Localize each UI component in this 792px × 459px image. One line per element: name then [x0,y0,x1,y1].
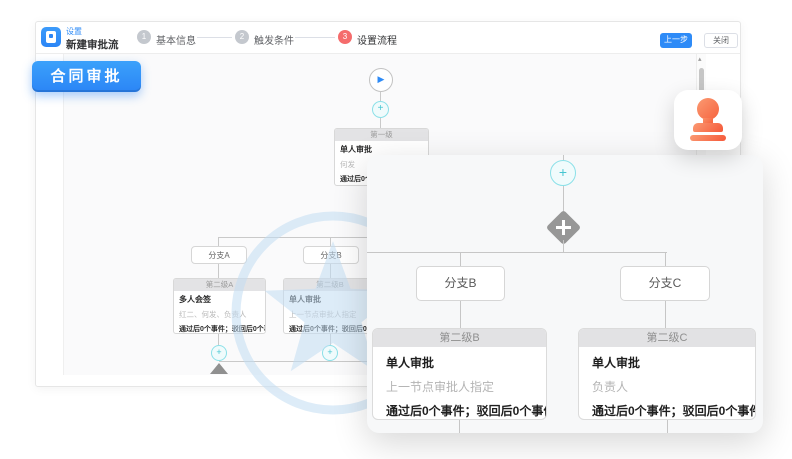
stamp-icon [697,98,719,120]
node-approval-type: 单人审批 [340,144,423,155]
scroll-up-icon[interactable]: ▴ [698,55,702,63]
node-level2a[interactable]: 第二级A 多人会签 红二、何发、负责人 通过后0个事件；驳回后0个事件 [173,278,266,334]
step-2-label: 触发条件 [254,32,294,47]
stamp-feature-card [674,90,742,150]
node-level2b[interactable]: 第二级B 单人审批 上一节点审批人指定 通过后0个事件；驳回后0个事件 [283,278,377,334]
flow-connector [667,420,668,433]
branch-c-card[interactable]: 分支C [620,266,710,301]
app-section-label: 设置 [66,26,82,37]
node-approval-type: 单人审批 [592,354,640,371]
node-title: 第一级 [335,129,428,141]
node-approval-type: 单人审批 [386,354,434,371]
flow-connector [218,334,219,345]
flow-connector [460,252,461,266]
play-icon: ▶ [378,74,385,84]
node-level2c-detail[interactable]: 第二级C 单人审批 负责人 通过后0个事件；驳回后0个事件 [578,328,756,420]
node-assignee: 红二、何发、负责人 [179,309,260,320]
page-title: 新建审批流 [66,37,119,52]
node-approval-type: 单人审批 [289,294,371,305]
branch-b-card[interactable]: 分支B [416,266,505,301]
node-events: 通过后0个事件；驳回后0个事件 [179,324,260,334]
flow-connector [563,240,564,252]
node-events: 通过后0个事件；驳回后0个事件 [592,402,756,419]
node-title: 第二级A [174,279,265,291]
flow-connector [460,301,461,328]
previous-step-button[interactable]: 上一步 [660,33,692,48]
node-assignee: 上一节点审批人指定 [289,309,371,320]
flow-connector [330,237,331,246]
node-assignee: 上一节点审批人指定 [386,378,494,395]
node-assignee: 负责人 [592,378,628,395]
zoom-detail-panel: + 分支B 分支C 第二级B 单人审批 上一节点审批人指定 通过后0个事件；驳回… [367,155,763,433]
plus-icon: + [378,103,384,114]
flow-end-icon [210,363,228,374]
branch-a-card[interactable]: 分支A [191,246,247,264]
step-2-circle: 2 [235,30,249,44]
flow-connector [380,92,381,101]
flow-connector [459,420,460,433]
step-1-circle: 1 [137,30,151,44]
branch-label: 分支B [320,251,341,260]
close-button[interactable]: 关闭 [704,33,738,48]
node-title: 第二级C [579,329,755,347]
app-icon [41,27,61,47]
branch-label: 分支B [444,276,476,290]
flow-connector [380,118,381,128]
plus-icon: + [327,347,332,357]
node-events: 通过后0个事件；驳回后0个事件 [386,402,547,419]
flow-connector [330,264,331,278]
branch-split-line [367,252,667,253]
flow-name-badge: 合同审批 [32,61,141,92]
document-icon [46,31,56,43]
branch-label: 分支A [208,251,229,260]
flow-connector [665,252,666,266]
add-node-button[interactable]: + [550,160,576,186]
step-connector [295,37,335,38]
node-events: 通过后0个事件；驳回后0个事件 [289,324,371,334]
branch-b-card[interactable]: 分支B [303,246,359,264]
wizard-topbar: 设置 新建审批流 1 基本信息 2 触发条件 3 设置流程 上一步 关闭 [36,22,740,54]
stamp-icon [693,123,723,132]
branch-split-line [219,237,381,238]
branch-merge-line [219,361,381,362]
node-title: 第二级B [373,329,546,347]
flow-connector [218,264,219,278]
node-title: 第二级B [284,279,376,291]
step-3-label: 设置流程 [357,32,397,47]
flow-connector [665,301,666,328]
page: 设置 新建审批流 1 基本信息 2 触发条件 3 设置流程 上一步 关闭 ▶ + [0,0,792,459]
step-3-circle: 3 [338,30,352,44]
add-node-button[interactable]: + [372,101,389,118]
node-level2b-detail[interactable]: 第二级B 单人审批 上一节点审批人指定 通过后0个事件；驳回后0个事件 [372,328,547,420]
plus-icon: + [559,164,567,180]
start-node[interactable]: ▶ [369,68,393,92]
plus-icon: + [216,347,221,357]
scrollbar-thumb[interactable] [699,68,704,92]
step-1-label: 基本信息 [156,32,196,47]
flow-connector [330,334,331,345]
stamp-icon [690,135,726,141]
node-approval-type: 多人会签 [179,294,260,305]
plus-icon [562,220,565,235]
branch-label: 分支C [649,276,682,290]
add-node-button[interactable]: + [211,345,227,361]
step-connector [197,37,232,38]
add-node-button[interactable]: + [322,345,338,361]
document-dot [49,34,53,38]
flow-connector [218,237,219,246]
